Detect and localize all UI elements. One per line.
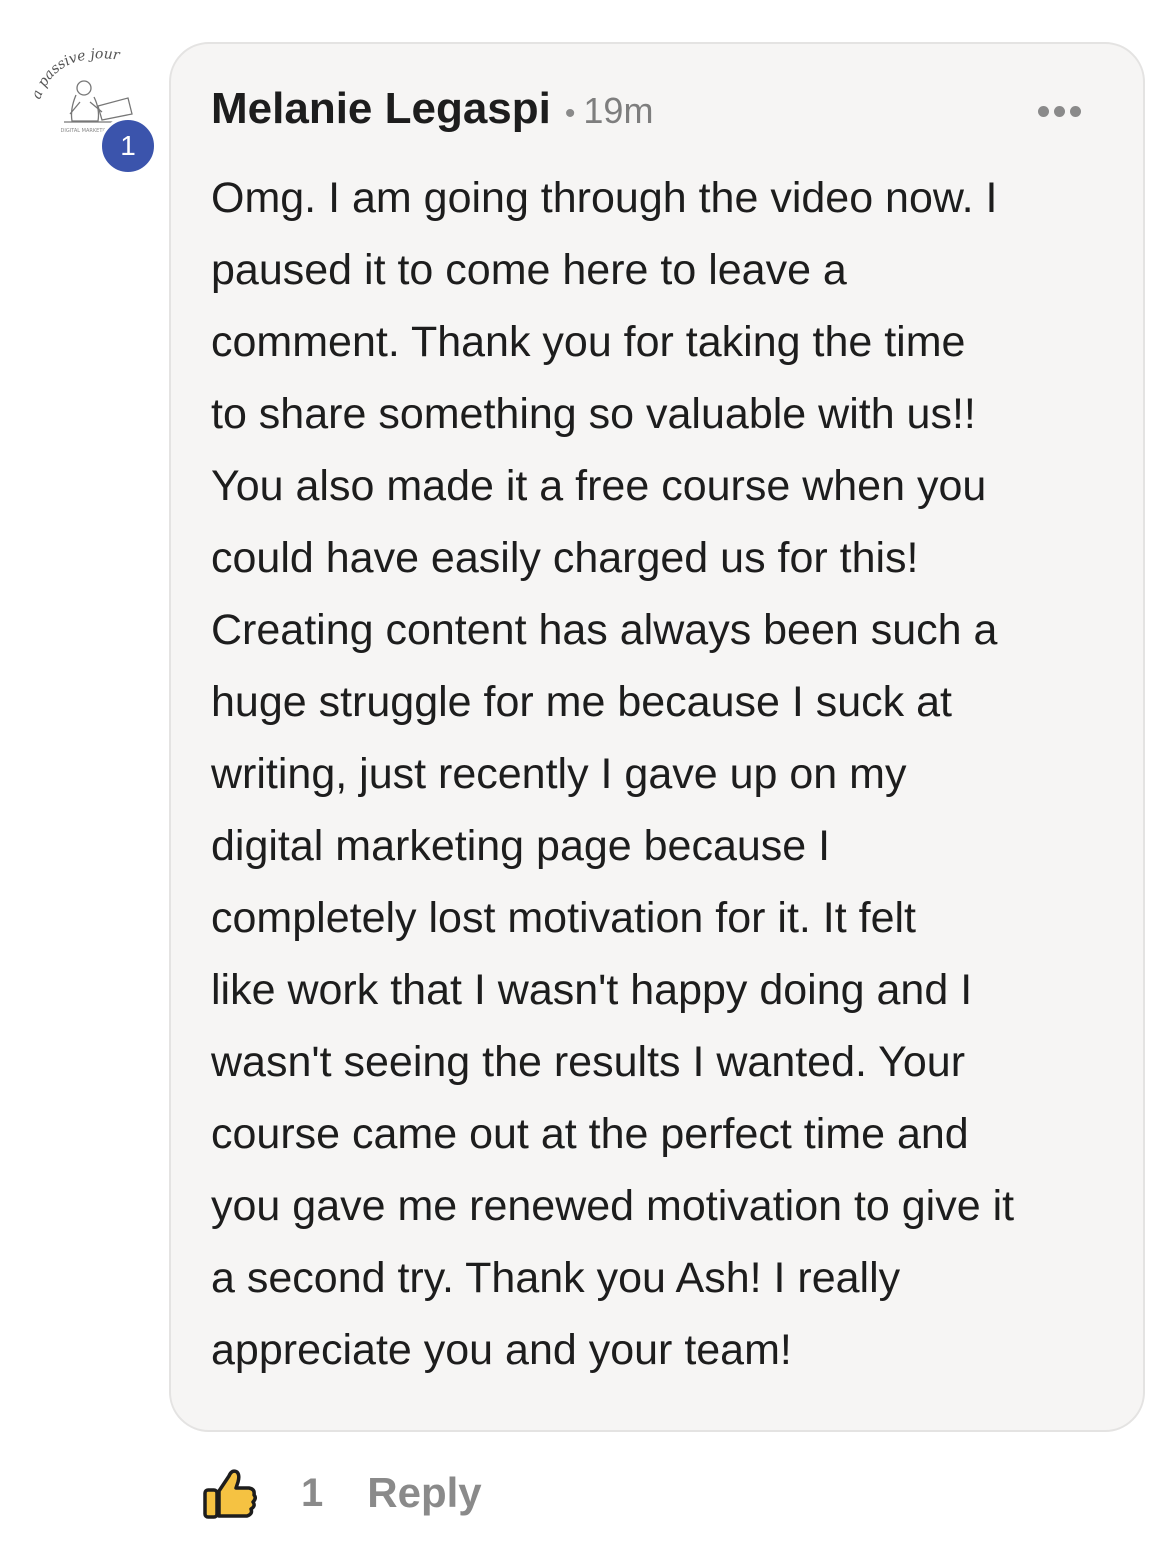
separator-dot: • bbox=[564, 97, 576, 130]
svg-text:a passive journey: a passive journey bbox=[26, 40, 122, 101]
comment-text-line: comment. Thank you for taking the time bbox=[211, 318, 966, 366]
timestamp[interactable]: 19m bbox=[583, 90, 653, 132]
comment-text-line: a second try. Thank you Ash! I really bbox=[211, 1254, 901, 1302]
comment-text-line: writing, just recently I gave up on my bbox=[211, 750, 907, 798]
comment-text-line: you gave me renewed motivation to give i… bbox=[211, 1182, 1015, 1230]
author-name[interactable]: Melanie Legaspi bbox=[211, 84, 551, 134]
avatar-badge: 1 bbox=[99, 117, 157, 175]
comment-text-line: like work that I wasn't happy doing and … bbox=[211, 966, 973, 1014]
like-count: 1 bbox=[301, 1470, 324, 1515]
comment-text: Omg. I am going through the video now. I… bbox=[211, 162, 1111, 1386]
comment-text-line: could have easily charged us for this! bbox=[211, 534, 919, 582]
comment-text-line: to share something so valuable with us!! bbox=[211, 390, 976, 438]
thumbs-up-icon[interactable] bbox=[201, 1464, 259, 1522]
comment-bubble: Melanie Legaspi • 19m Omg. I am going th… bbox=[169, 42, 1145, 1432]
more-options-icon[interactable] bbox=[1038, 106, 1081, 117]
comment-text-line: wasn't seeing the results I wanted. Your bbox=[211, 1038, 966, 1086]
comment-text-line: paused it to come here to leave a bbox=[211, 246, 847, 294]
reply-button[interactable]: Reply bbox=[367, 1469, 481, 1517]
comment-text-line: course came out at the perfect time and bbox=[211, 1110, 969, 1158]
avatar-logo-text: a passive journey bbox=[26, 40, 122, 101]
comment-text-line: Creating content has always been such a bbox=[211, 606, 998, 654]
comment-text-line: huge struggle for me because I suck at bbox=[211, 678, 952, 726]
comment-text-line: Omg. I am going through the video now. I bbox=[211, 174, 998, 222]
avatar-container[interactable]: a passive journey DIGITAL MARKETING 1 bbox=[26, 40, 157, 175]
comment-header: Melanie Legaspi • 19m bbox=[211, 84, 653, 134]
comment-text-line: digital marketing page because I bbox=[211, 822, 831, 870]
comment-text-line: completely lost motivation for it. It fe… bbox=[211, 894, 916, 942]
comment-text-line: appreciate you and your team! bbox=[211, 1326, 792, 1374]
comment: a passive journey DIGITAL MARKETING 1 Me… bbox=[0, 0, 1170, 1549]
comment-actions: 1 Reply bbox=[201, 1462, 482, 1524]
comment-text-line: You also made it a free course when you bbox=[211, 462, 987, 510]
